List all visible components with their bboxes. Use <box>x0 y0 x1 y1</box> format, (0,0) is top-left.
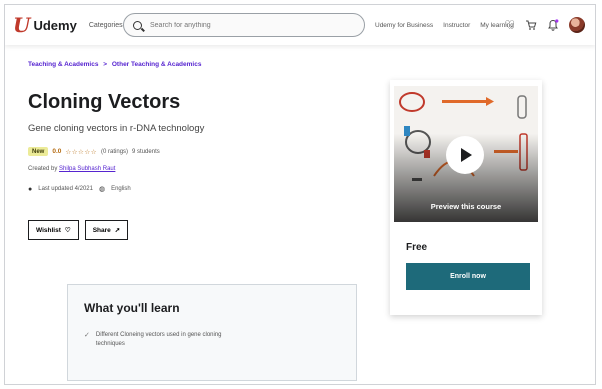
udemy-business-link[interactable]: Udemy for Business <box>375 22 433 29</box>
rating-value: 0.0 <box>52 148 62 155</box>
action-buttons: Wishlist ♡ Share ➚ <box>28 220 129 240</box>
instructor-link[interactable]: Instructor <box>443 22 470 29</box>
check-icon: ✓ <box>84 332 90 339</box>
bell-icon[interactable] <box>547 19 559 31</box>
search-input[interactable] <box>150 21 350 29</box>
course-preview[interactable]: Preview this course <box>394 86 538 222</box>
alert-icon: ● <box>28 185 33 193</box>
last-updated: Last updated 4/2021 <box>38 186 93 192</box>
learn-item-text: Different Cloneing vectors used in gene … <box>95 332 222 347</box>
header-icons: ♡ <box>504 5 585 45</box>
wishlist-button[interactable]: Wishlist ♡ <box>28 220 79 240</box>
instructor-link[interactable]: Shilpa Subhash Raut <box>59 166 115 172</box>
breadcrumb-category[interactable]: Teaching & Academics <box>28 61 98 68</box>
browser-frame: U Udemy Categories Udemy for Business In… <box>4 4 596 385</box>
logo-text: Udemy <box>33 17 77 33</box>
breadcrumb: Teaching & Academics > Other Teaching & … <box>28 61 204 68</box>
udemy-logo-icon: U <box>13 13 31 37</box>
course-language: English <box>111 186 131 192</box>
wishlist-label: Wishlist <box>36 226 61 234</box>
top-header: U Udemy Categories Udemy for Business In… <box>5 5 595 45</box>
udemy-logo[interactable]: U Udemy <box>13 13 77 37</box>
purchase-card: Preview this course Free Enroll now <box>390 80 542 315</box>
rating-row: New 0.0 ☆☆☆☆☆ (0 ratings) 9 students <box>28 147 160 156</box>
course-meta: ● Last updated 4/2021 ◍ English <box>28 185 131 194</box>
course-subtitle: Gene cloning vectors in r-DNA technology <box>28 123 205 134</box>
search-icon[interactable] <box>133 20 142 30</box>
enroll-button[interactable]: Enroll now <box>406 263 530 290</box>
share-arrow-icon: ➚ <box>114 227 121 234</box>
created-by: Created by Shilpa Subhash Raut <box>28 166 115 172</box>
star-rating-icon: ☆☆☆☆☆ <box>65 148 98 156</box>
header-links: Udemy for Business Instructor My learnin… <box>375 5 514 45</box>
avatar[interactable] <box>569 17 585 33</box>
learn-title: What you'll learn <box>84 301 180 315</box>
cart-icon[interactable] <box>525 19 537 31</box>
students-count: 9 students <box>132 148 160 155</box>
play-icon <box>461 148 472 162</box>
created-by-label: Created by <box>28 166 58 172</box>
course-title: Cloning Vectors <box>28 91 181 113</box>
new-badge: New <box>28 147 49 156</box>
heart-icon[interactable]: ♡ <box>504 19 515 31</box>
ratings-count[interactable]: (0 ratings) <box>101 149 128 155</box>
globe-icon: ◍ <box>98 186 106 193</box>
share-button[interactable]: Share ➚ <box>84 220 129 240</box>
preview-label[interactable]: Preview this course <box>394 202 538 211</box>
play-button[interactable] <box>446 136 484 174</box>
search-bar[interactable] <box>123 13 365 37</box>
categories-menu[interactable]: Categories <box>89 22 123 29</box>
course-price: Free <box>406 242 428 253</box>
breadcrumb-separator: > <box>103 61 108 68</box>
heart-icon: ♡ <box>64 227 71 234</box>
share-label: Share <box>92 226 111 234</box>
what-youll-learn-box: What you'll learn ✓ Different Cloneing v… <box>67 284 357 381</box>
learn-item: ✓ Different Cloneing vectors used in gen… <box>84 331 234 349</box>
breadcrumb-subcategory[interactable]: Other Teaching & Academics <box>112 61 202 68</box>
